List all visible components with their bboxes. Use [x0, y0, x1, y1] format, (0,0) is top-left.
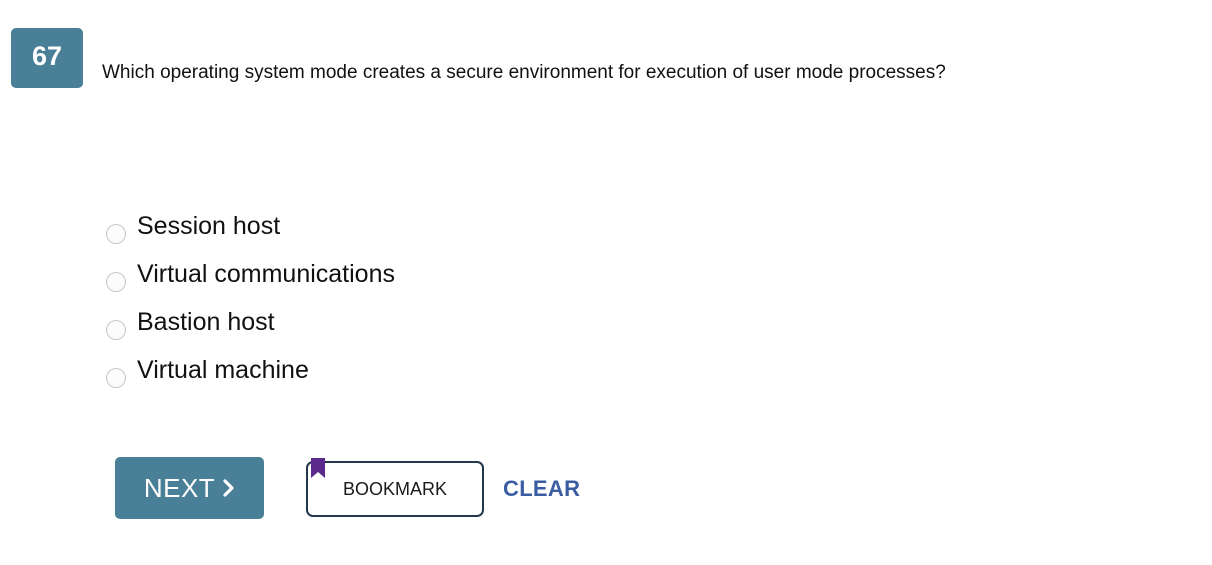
option-virtual-communications[interactable]: Virtual communications [106, 256, 395, 304]
question-number: 67 [31, 40, 63, 71]
answer-options: Session host Virtual communications Bast… [106, 208, 395, 400]
option-label: Session host [137, 212, 281, 240]
question-text: Which operating system mode creates a se… [102, 62, 946, 83]
radio-button[interactable] [106, 272, 126, 292]
option-bastion-host[interactable]: Bastion host [106, 304, 395, 352]
chevron-right-icon [223, 479, 235, 497]
quiz-page: 67 Which operating system mode creates a… [0, 0, 1212, 565]
radio-button[interactable] [106, 224, 126, 244]
option-label: Virtual communications [137, 260, 395, 288]
question-number-badge: 67 [11, 28, 83, 88]
option-label: Virtual machine [137, 356, 309, 384]
bookmark-flag-icon [311, 458, 325, 483]
bookmark-button[interactable]: BOOKMARK [306, 458, 484, 517]
next-button-label: NEXT [143, 472, 216, 503]
radio-button[interactable] [106, 320, 126, 340]
next-button[interactable]: NEXT [115, 457, 264, 519]
bookmark-button-label: BOOKMARK [342, 478, 448, 499]
clear-link[interactable]: CLEAR [503, 476, 580, 502]
radio-button[interactable] [106, 368, 126, 388]
option-session-host[interactable]: Session host [106, 208, 395, 256]
option-label: Bastion host [137, 308, 275, 336]
option-virtual-machine[interactable]: Virtual machine [106, 352, 395, 400]
